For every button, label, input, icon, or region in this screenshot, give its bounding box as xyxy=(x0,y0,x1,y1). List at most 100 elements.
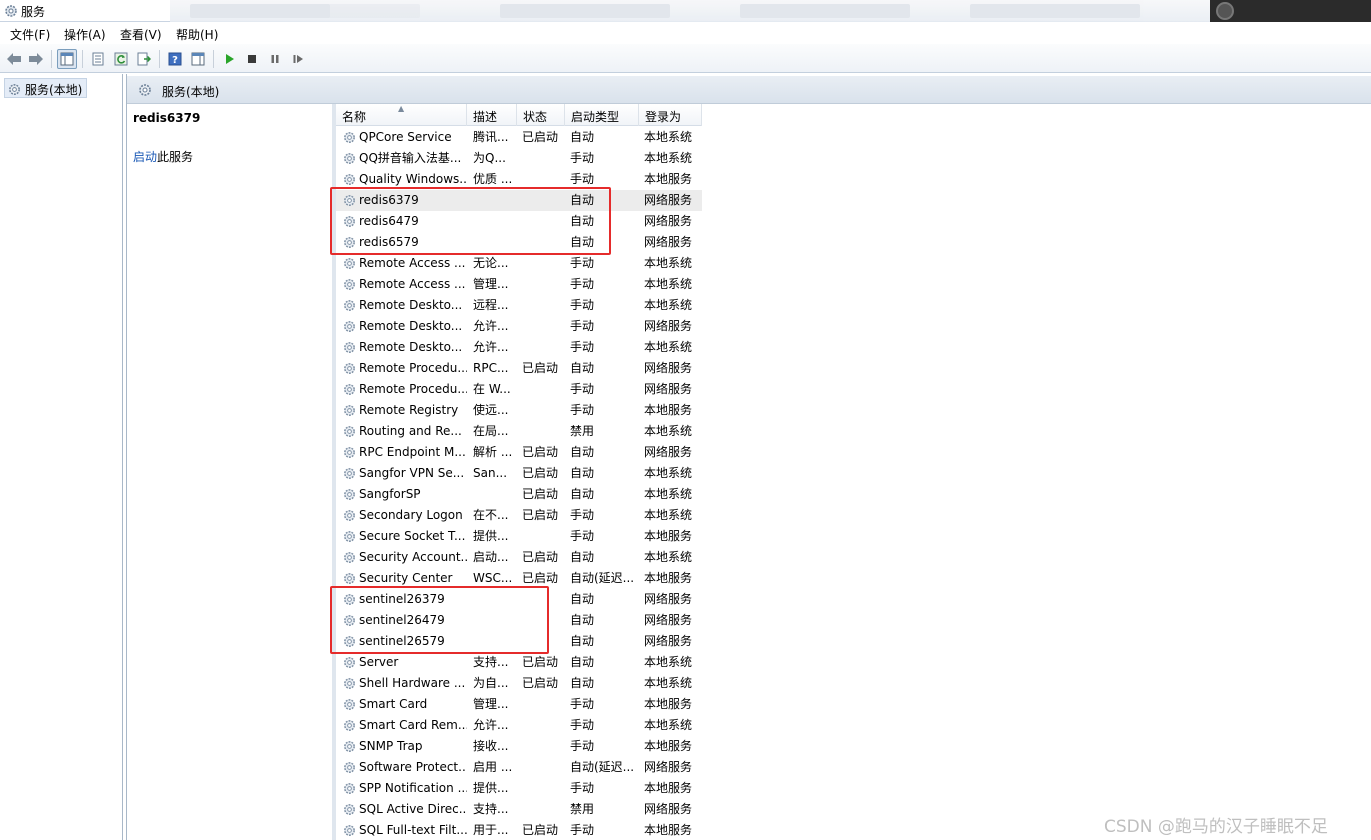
service-name: Security Center xyxy=(359,571,453,585)
stop-icon[interactable] xyxy=(242,49,262,69)
menu-action[interactable]: 操作(A) xyxy=(64,26,106,43)
service-description: 提供... xyxy=(473,781,509,795)
table-row[interactable]: Smart Card 管理... 手动 本地服务 xyxy=(336,694,702,715)
table-row[interactable]: RPC Endpoint M... 解析 ... 已启动 自动 网络服务 xyxy=(336,442,702,463)
table-row[interactable]: Routing and Re... 在局... 禁用 本地系统 xyxy=(336,421,702,442)
service-name: SangforSP xyxy=(359,487,421,501)
table-row[interactable]: Remote Access ... 管理... 手动 本地系统 xyxy=(336,274,702,295)
service-gear-icon xyxy=(344,510,355,521)
table-row[interactable]: sentinel26579 自动 网络服务 xyxy=(336,631,702,652)
table-row[interactable]: Remote Deskto... 远程... 手动 本地系统 xyxy=(336,295,702,316)
service-name-cell: Sangfor VPN Se... xyxy=(336,463,467,484)
column-header-label: 名称 xyxy=(342,110,367,124)
service-startup-type: 手动 xyxy=(570,382,595,396)
service-name: Remote Deskto... xyxy=(359,298,463,312)
table-row[interactable]: Remote Registry 使远... 手动 本地服务 xyxy=(336,400,702,421)
table-row[interactable]: Remote Deskto... 允许... 手动 本地系统 xyxy=(336,337,702,358)
toolbar-separator xyxy=(82,50,83,68)
table-row[interactable]: Sangfor VPN Se... San... 已启动 自动 本地系统 xyxy=(336,463,702,484)
table-row[interactable]: Secure Socket T... 提供... 手动 本地服务 xyxy=(336,526,702,547)
service-description xyxy=(467,631,517,652)
menu-help[interactable]: 帮助(H) xyxy=(176,26,218,43)
column-header-description[interactable]: 描述 xyxy=(467,104,517,126)
sort-ascending-icon: ▲ xyxy=(398,104,405,113)
service-name: redis6379 xyxy=(359,193,419,207)
help-icon[interactable]: ? xyxy=(165,49,185,69)
service-gear-icon xyxy=(344,489,355,500)
column-header-startup-type[interactable]: 启动类型 xyxy=(565,104,639,126)
service-logon-as: 本地系统 xyxy=(644,718,693,732)
service-logon-as: 网络服务 xyxy=(644,592,693,606)
table-row[interactable]: Server 支持... 已启动 自动 本地系统 xyxy=(336,652,702,673)
table-row[interactable]: Secondary Logon 在不... 已启动 手动 本地系统 xyxy=(336,505,702,526)
menu-file[interactable]: 文件(F) xyxy=(10,26,50,43)
service-description: 用于... xyxy=(473,823,509,837)
table-row[interactable]: SangforSP 已启动 自动 本地系统 xyxy=(336,484,702,505)
service-name-cell: Routing and Re... xyxy=(336,421,467,442)
service-gear-icon xyxy=(344,825,355,836)
service-name: redis6479 xyxy=(359,214,419,228)
service-description xyxy=(467,211,517,232)
column-header-label: 状态 xyxy=(523,110,548,124)
service-gear-icon xyxy=(344,363,355,374)
export-list-icon[interactable] xyxy=(134,49,154,69)
service-gear-icon xyxy=(344,762,355,773)
column-header-name[interactable]: 名称 ▲ xyxy=(336,104,467,126)
table-row[interactable]: redis6479 自动 网络服务 xyxy=(336,211,702,232)
table-row[interactable]: Security Account... 启动... 已启动 自动 本地系统 xyxy=(336,547,702,568)
window-title: 服务 xyxy=(21,5,46,19)
table-row[interactable]: redis6579 自动 网络服务 xyxy=(336,232,702,253)
table-row[interactable]: SNMP Trap 接收... 手动 本地服务 xyxy=(336,736,702,757)
table-row[interactable]: Remote Access ... 无论... 手动 本地系统 xyxy=(336,253,702,274)
service-status xyxy=(517,631,565,652)
table-row[interactable]: QQ拼音输入法基... 为Q... 手动 本地系统 xyxy=(336,148,702,169)
service-description: 在局... xyxy=(473,424,509,438)
table-row[interactable]: Smart Card Rem... 允许... 手动 本地系统 xyxy=(336,715,702,736)
pause-icon[interactable] xyxy=(265,49,285,69)
console-tree-icon[interactable] xyxy=(57,49,77,69)
service-logon-as: 本地服务 xyxy=(644,697,693,711)
service-name: SQL Full-text Filt... xyxy=(359,823,467,837)
table-row[interactable]: Remote Procedu... 在 W... 手动 网络服务 xyxy=(336,379,702,400)
service-logon-as: 网络服务 xyxy=(644,802,693,816)
refresh-icon[interactable] xyxy=(111,49,131,69)
service-status: 已启动 xyxy=(522,487,559,501)
service-name-cell: SQL Active Direc... xyxy=(336,799,467,820)
table-row[interactable]: SPP Notification ... 提供... 手动 本地服务 xyxy=(336,778,702,799)
action-pane-icon[interactable] xyxy=(188,49,208,69)
column-header-status[interactable]: 状态 xyxy=(517,104,565,126)
forward-icon[interactable] xyxy=(26,49,46,69)
table-row[interactable]: Quality Windows... 优质 ... 手动 本地服务 xyxy=(336,169,702,190)
service-startup-type: 自动 xyxy=(570,634,595,648)
service-gear-icon xyxy=(344,741,355,752)
start-icon[interactable] xyxy=(219,49,239,69)
resume-icon[interactable] xyxy=(288,49,308,69)
service-description: 腾讯... xyxy=(473,130,509,144)
table-row[interactable]: SQL Full-text Filt... 用于... 已启动 手动 本地服务 xyxy=(336,820,702,840)
table-row[interactable]: sentinel26379 自动 网络服务 xyxy=(336,589,702,610)
service-status xyxy=(517,421,565,442)
service-name-cell: Remote Deskto... xyxy=(336,295,467,316)
table-row[interactable]: sentinel26479 自动 网络服务 xyxy=(336,610,702,631)
service-gear-icon xyxy=(344,132,355,143)
service-name-cell: sentinel26379 xyxy=(336,589,467,610)
background-tab xyxy=(500,4,670,18)
tree-item-services-local[interactable]: 服务(本地) xyxy=(4,78,88,98)
column-header-logon-as[interactable]: 登录为 xyxy=(639,104,702,126)
table-row[interactable]: redis6379 自动 网络服务 xyxy=(336,190,702,211)
service-startup-type: 手动 xyxy=(570,823,595,837)
table-row[interactable]: Security Center WSC... 已启动 自动(延迟... 本地服务 xyxy=(336,568,702,589)
properties-icon[interactable] xyxy=(88,49,108,69)
back-icon[interactable] xyxy=(4,49,24,69)
table-row[interactable]: QPCore Service 腾讯... 已启动 自动 本地系统 xyxy=(336,127,702,148)
service-description: 接收... xyxy=(473,739,509,753)
menu-view[interactable]: 查看(V) xyxy=(120,26,162,43)
table-row[interactable]: Shell Hardware ... 为自... 已启动 自动 本地系统 xyxy=(336,673,702,694)
table-row[interactable]: Remote Procedu... RPC... 已启动 自动 网络服务 xyxy=(336,358,702,379)
table-row[interactable]: Remote Deskto... 允许... 手动 网络服务 xyxy=(336,316,702,337)
start-service-link[interactable]: 启动 xyxy=(133,150,157,164)
table-row[interactable]: Software Protect... 启用 ... 自动(延迟... 网络服务 xyxy=(336,757,702,778)
service-name: Remote Procedu... xyxy=(359,361,467,375)
table-row[interactable]: SQL Active Direc... 支持... 禁用 网络服务 xyxy=(336,799,702,820)
service-name-cell: RPC Endpoint M... xyxy=(336,442,467,463)
